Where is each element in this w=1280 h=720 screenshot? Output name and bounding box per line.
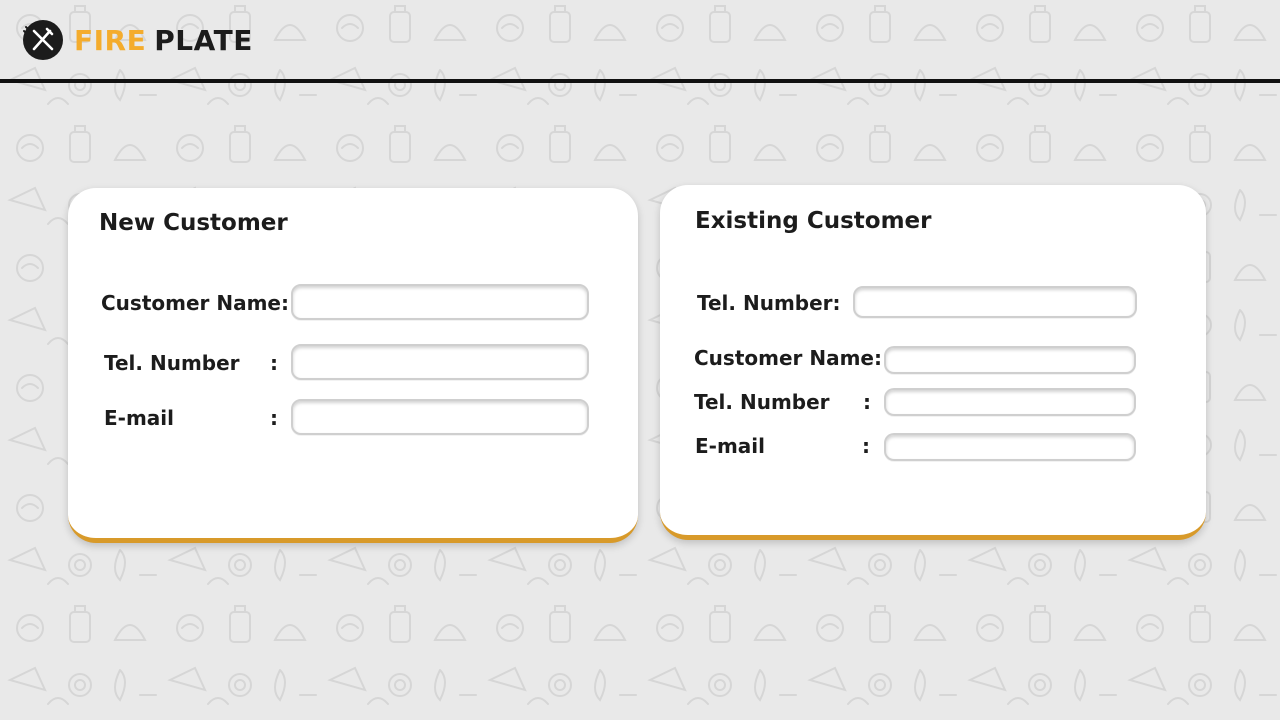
existing-customer-tel-colon: : (863, 390, 871, 414)
new-customer-title: New Customer (99, 210, 288, 236)
app-header: FIRE PLATE (0, 0, 1280, 83)
existing-customer-email-input[interactable] (884, 433, 1136, 461)
brand-word-fire: FIRE (74, 23, 147, 57)
new-customer-tel-label: Tel. Number (104, 351, 240, 375)
fork-and-knife-icon (23, 20, 63, 60)
new-customer-email-input[interactable] (291, 399, 589, 435)
existing-customer-name-label: Customer Name: (694, 346, 882, 370)
existing-customer-tel-input[interactable] (884, 388, 1136, 416)
brand-logo[interactable]: FIRE PLATE (22, 19, 253, 61)
existing-customer-email-label: E-mail (695, 434, 766, 458)
new-customer-tel-input[interactable] (291, 344, 589, 380)
existing-customer-tel-label: Tel. Number (694, 390, 830, 414)
existing-customer-name-input[interactable] (884, 346, 1136, 374)
lookup-tel-input[interactable] (853, 286, 1137, 318)
existing-customer-card: Existing Customer Tel. Number: Customer … (660, 185, 1206, 540)
new-customer-tel-colon: : (270, 351, 278, 375)
brand-name: FIRE PLATE (74, 24, 253, 57)
new-customer-name-input[interactable] (291, 284, 589, 320)
new-customer-name-label: Customer Name: (101, 291, 289, 315)
lookup-tel-label: Tel. Number: (697, 291, 841, 315)
new-customer-email-label: E-mail (104, 406, 175, 430)
new-customer-email-colon: : (270, 406, 278, 430)
brand-word-plate: PLATE (154, 23, 253, 57)
existing-customer-title: Existing Customer (695, 208, 932, 234)
existing-customer-email-colon: : (862, 434, 870, 458)
new-customer-card: New Customer Customer Name: Tel. Number … (68, 188, 638, 543)
